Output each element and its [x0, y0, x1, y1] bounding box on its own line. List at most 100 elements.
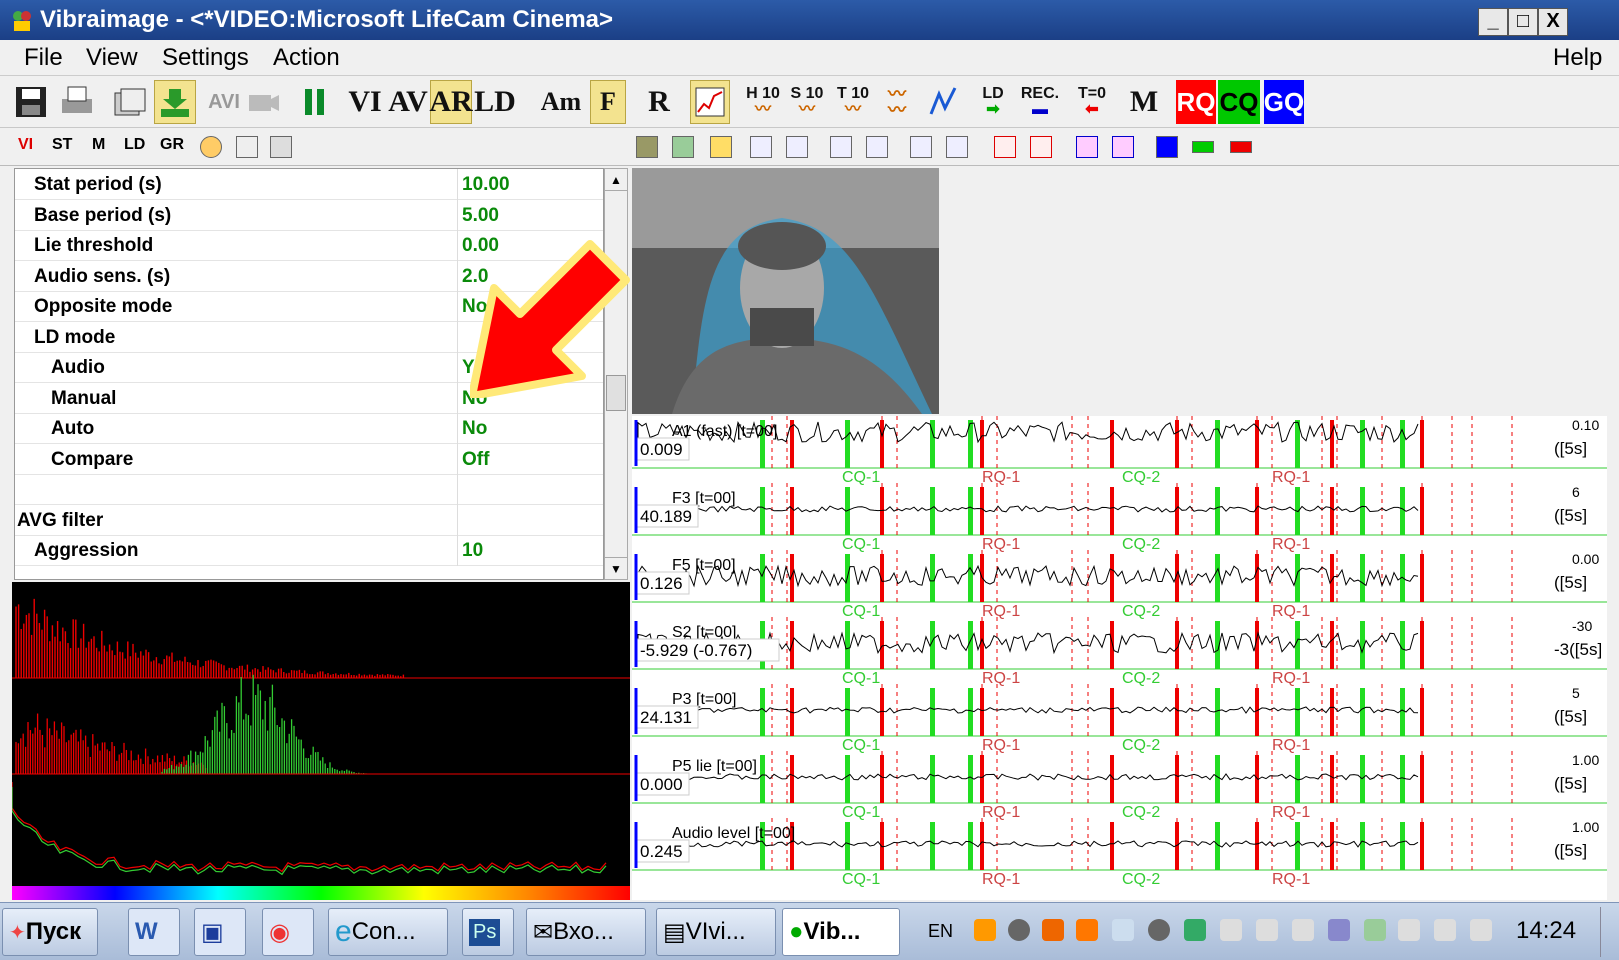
t0-button[interactable]: T=0 ⬅: [1072, 80, 1112, 124]
menu-view[interactable]: View: [86, 44, 138, 72]
tab-m[interactable]: M: [92, 136, 105, 154]
triangle-f-icon[interactable]: [1030, 136, 1052, 158]
gq-button[interactable]: GQ: [1264, 80, 1304, 124]
menu-action[interactable]: Action: [273, 44, 340, 72]
triangle-a-icon[interactable]: [994, 136, 1016, 158]
trend-button[interactable]: [926, 80, 962, 124]
tray-x-icon[interactable]: [1008, 919, 1030, 941]
tray-monitor-icon[interactable]: [1184, 919, 1206, 941]
property-value[interactable]: 10: [462, 540, 483, 562]
tray-eject-icon[interactable]: [1292, 919, 1314, 941]
tray-x2-icon[interactable]: [1148, 919, 1170, 941]
task-chrome[interactable]: ◉: [262, 908, 314, 956]
property-row[interactable]: Stat period (s) 10.00: [15, 169, 603, 200]
tray-flag-icon[interactable]: [1256, 919, 1278, 941]
menu-help[interactable]: Help: [1553, 44, 1602, 72]
task-save[interactable]: ▣: [194, 908, 246, 956]
tray-app-icon[interactable]: [1042, 919, 1064, 941]
task-outlook[interactable]: ✉ Вхо...: [526, 908, 646, 956]
h10-button[interactable]: H 10 〰: [744, 80, 782, 124]
maximize-button[interactable]: □: [1508, 8, 1538, 36]
list-icon[interactable]: [236, 136, 258, 158]
ld-button[interactable]: LD: [474, 80, 516, 124]
property-row[interactable]: Base period (s) 5.00: [15, 199, 603, 231]
face-color-icon[interactable]: [672, 136, 694, 158]
rec-button[interactable]: REC. ▬: [1018, 80, 1062, 124]
delta-a-icon[interactable]: [1076, 136, 1098, 158]
tray-sync-icon[interactable]: [1328, 919, 1350, 941]
tab-vi[interactable]: VI: [18, 136, 33, 154]
language-indicator[interactable]: EN: [928, 921, 953, 942]
clock[interactable]: 14:24: [1516, 917, 1576, 945]
av-button[interactable]: AV: [388, 80, 428, 124]
show-desktop-button[interactable]: [1600, 907, 1614, 957]
multi-wave-button[interactable]: 〰〰: [880, 80, 914, 124]
chart-button[interactable]: [690, 80, 730, 124]
property-row[interactable]: Auto No: [15, 413, 603, 444]
download-button[interactable]: [154, 80, 196, 124]
menu-file[interactable]: File: [24, 44, 63, 72]
minimize-button[interactable]: _: [1478, 8, 1508, 36]
task-word[interactable]: W: [128, 908, 180, 956]
network-icon[interactable]: [270, 136, 292, 158]
tray-java-icon[interactable]: [1076, 919, 1098, 941]
tray-check-icon[interactable]: [1364, 919, 1386, 941]
vi10a-icon[interactable]: [830, 136, 852, 158]
property-row[interactable]: AVG filter: [15, 504, 603, 536]
print-button[interactable]: [56, 80, 98, 124]
property-row[interactable]: Aggression 10: [15, 535, 603, 566]
ar-button[interactable]: AR: [429, 80, 473, 124]
property-value[interactable]: 10.00: [462, 174, 510, 196]
tab-ld[interactable]: LD: [124, 136, 145, 154]
task-vibraimage[interactable]: ● Vib...: [782, 908, 900, 956]
property-value[interactable]: Off: [462, 449, 489, 471]
property-row[interactable]: Compare Off: [15, 443, 603, 475]
r-button[interactable]: R: [642, 80, 676, 124]
database-button[interactable]: [108, 80, 150, 124]
vina-icon[interactable]: [910, 136, 932, 158]
tray-folder-icon[interactable]: [974, 919, 996, 941]
vi10f-icon[interactable]: [866, 136, 888, 158]
green-bar-icon[interactable]: [1192, 141, 1214, 153]
task-photoshop[interactable]: Ps: [462, 908, 514, 956]
rq-button[interactable]: RQ: [1176, 80, 1216, 124]
avi-button[interactable]: AVI: [204, 80, 244, 124]
ld-arrow-button[interactable]: LD ➡: [974, 80, 1012, 124]
scroll-down-icon[interactable]: ▼: [605, 557, 627, 579]
menu-settings[interactable]: Settings: [162, 44, 249, 72]
tab-st[interactable]: ST: [52, 136, 72, 154]
property-value[interactable]: 5.00: [462, 205, 499, 227]
s10-button[interactable]: S 10 〰: [788, 80, 826, 124]
face-icon[interactable]: [636, 136, 658, 158]
title-bar[interactable]: Vibraimage - <*VIDEO:Microsoft LifeCam C…: [0, 0, 1619, 40]
vinf-icon[interactable]: [946, 136, 968, 158]
camera-button[interactable]: [246, 80, 282, 124]
m-button[interactable]: M: [1126, 80, 1162, 124]
tray-mail-icon[interactable]: [1112, 919, 1134, 941]
red-bar-icon[interactable]: [1230, 141, 1252, 153]
t10-button[interactable]: T 10 〰: [834, 80, 872, 124]
tray-pen-icon[interactable]: [1220, 919, 1242, 941]
f-button[interactable]: F: [590, 80, 626, 124]
tab-gr[interactable]: GR: [160, 136, 184, 154]
property-row[interactable]: [15, 474, 603, 505]
vi2a-icon[interactable]: [750, 136, 772, 158]
vi-button[interactable]: VI: [346, 80, 384, 124]
blue-square-icon[interactable]: [1156, 136, 1178, 158]
start-button[interactable]: ✦ Пуск: [2, 908, 98, 956]
tray-volume-icon[interactable]: [1470, 919, 1492, 941]
vi2f-icon[interactable]: [786, 136, 808, 158]
tray-power-icon[interactable]: [1398, 919, 1420, 941]
pause-button[interactable]: [300, 80, 330, 124]
face-frame-icon[interactable]: [710, 136, 732, 158]
task-ie[interactable]: e Con...: [328, 908, 448, 956]
delta-f-icon[interactable]: [1112, 136, 1134, 158]
tray-network-icon[interactable]: [1434, 919, 1456, 941]
save-button[interactable]: [12, 80, 50, 124]
property-value[interactable]: No: [462, 418, 487, 440]
cq-button[interactable]: CQ: [1218, 80, 1260, 124]
task-vivi[interactable]: ▤ VIvi...: [656, 908, 776, 956]
scroll-up-icon[interactable]: ▲: [605, 169, 627, 191]
close-button[interactable]: X: [1538, 8, 1568, 36]
target-icon[interactable]: [200, 136, 222, 158]
